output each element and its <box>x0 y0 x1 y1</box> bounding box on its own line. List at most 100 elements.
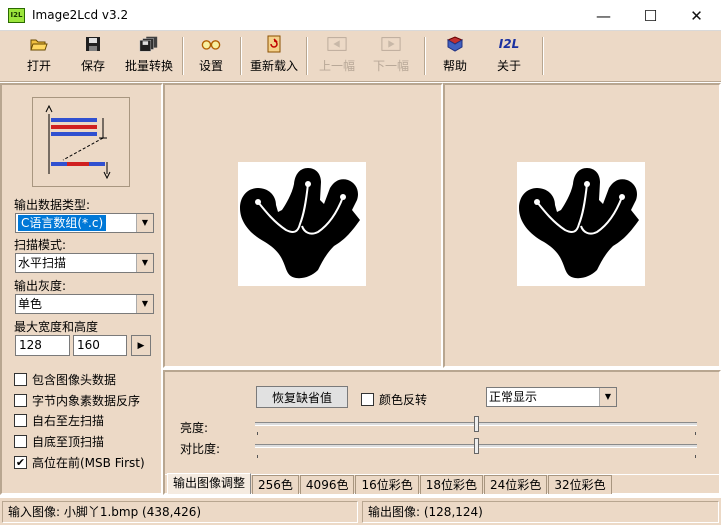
help-button[interactable]: 帮助 <box>438 35 472 77</box>
contrast-slider-thumb[interactable] <box>473 438 479 454</box>
contrast-label: 对比度: <box>180 442 221 456</box>
maximize-button[interactable]: ☐ <box>628 0 673 31</box>
restore-defaults-button[interactable]: 恢复缺省值 <box>256 386 348 408</box>
dropdown-arrow-icon[interactable]: ▼ <box>599 388 616 406</box>
output-image <box>517 162 645 286</box>
checkbox-label: 字节内象素数据反序 <box>32 394 141 408</box>
open-folder-icon <box>29 35 49 53</box>
slider-tick <box>695 432 696 435</box>
tab-output-adjust[interactable]: 输出图像调整 <box>167 473 252 494</box>
grayscale-value: 单色 <box>18 297 43 311</box>
dropdown-arrow-icon[interactable]: ▼ <box>136 214 153 232</box>
next-image-button[interactable]: 下一幅 <box>372 35 410 77</box>
about-button[interactable]: I2L 关于 <box>492 35 526 77</box>
check-mark-icon: ✔ <box>15 456 26 469</box>
reload-button[interactable]: 重新载入 <box>248 35 300 77</box>
play-arrow-icon: ▶ <box>137 340 145 351</box>
reload-label: 重新载入 <box>249 59 298 73</box>
bottom-to-top-checkbox[interactable]: 自底至顶扫描 <box>14 433 104 450</box>
output-image-pane <box>443 83 721 368</box>
toolbar-separator <box>240 37 242 75</box>
reverse-pixel-order-checkbox[interactable]: 字节内象素数据反序 <box>14 392 140 409</box>
checkbox-box[interactable] <box>361 393 374 406</box>
open-button[interactable]: 打开 <box>22 35 56 77</box>
display-mode-value: 正常显示 <box>489 390 538 404</box>
msb-first-checkbox[interactable]: ✔ 高位在前(MSB First) <box>14 454 145 471</box>
checkbox-box[interactable] <box>14 414 27 427</box>
previous-image-label: 上一幅 <box>318 59 355 73</box>
tab-18bit-color[interactable]: 18位彩色 <box>419 475 484 494</box>
status-bar: 输入图像: 小脚丫1.bmp (438,426) 输出图像: (128,124) <box>0 497 721 525</box>
window-title: Image2Lcd v3.2 <box>32 8 129 22</box>
toolbar-separator <box>424 37 426 75</box>
floppy-disk-icon <box>83 35 103 53</box>
dropdown-arrow-icon[interactable]: ▼ <box>136 254 153 272</box>
include-header-checkbox[interactable]: 包含图像头数据 <box>14 371 116 388</box>
title-bar: I2L Image2Lcd v3.2 — ☐ ✕ <box>0 0 721 31</box>
glasses-icon <box>201 35 221 53</box>
save-button[interactable]: 保存 <box>76 35 110 77</box>
tab-32bit-color[interactable]: 32位彩色 <box>548 475 612 494</box>
scan-mode-label: 扫描模式: <box>14 238 67 252</box>
toolbar: 打开 保存 批量转换 设置 重新载入 上一幅 下一幅 帮助 I2L 关于 <box>0 31 721 82</box>
checkbox-label: 自底至顶扫描 <box>32 435 105 449</box>
checkbox-label: 包含图像头数据 <box>32 373 117 387</box>
checkbox-label: 颜色反转 <box>379 393 428 407</box>
app-icon: I2L <box>8 8 25 23</box>
batch-convert-button[interactable]: 批量转换 <box>123 35 175 77</box>
open-label: 打开 <box>26 59 51 73</box>
adjustment-content: 恢复缺省值 颜色反转 正常显示 ▼ 亮度: 对比度: <box>165 372 719 475</box>
help-book-icon <box>445 35 465 53</box>
grayscale-select[interactable]: 单色 ▼ <box>15 294 154 314</box>
input-image-pane <box>163 83 443 368</box>
toolbar-separator <box>306 37 308 75</box>
batch-convert-label: 批量转换 <box>124 59 173 73</box>
about-label: 关于 <box>496 59 521 73</box>
slider-tick <box>695 455 696 458</box>
checkbox-box[interactable] <box>14 435 27 448</box>
tab-24bit-color[interactable]: 24位彩色 <box>484 475 548 494</box>
color-tabs: 输出图像调整 256色 4096色 16位彩色 18位彩色 24位彩色 32位彩… <box>167 473 613 495</box>
minimize-button[interactable]: — <box>581 0 626 31</box>
scan-direction-icon <box>32 97 130 187</box>
max-height-input[interactable]: 160 <box>73 335 127 356</box>
next-image-label: 下一幅 <box>372 59 409 73</box>
save-label: 保存 <box>80 59 105 73</box>
checkbox-box[interactable]: ✔ <box>14 456 27 469</box>
tab-4096-color[interactable]: 4096色 <box>299 475 355 494</box>
brightness-slider-thumb[interactable] <box>473 416 479 432</box>
invert-color-checkbox[interactable]: 颜色反转 <box>361 391 427 408</box>
checkbox-box[interactable] <box>14 373 27 386</box>
tab-256-color[interactable]: 256色 <box>252 475 299 494</box>
about-logo-icon: I2L <box>498 37 520 51</box>
previous-image-button[interactable]: 上一幅 <box>318 35 356 77</box>
toolbar-separator <box>182 37 184 75</box>
scan-mode-select[interactable]: 水平扫描 ▼ <box>15 253 154 273</box>
toolbar-separator <box>542 37 544 75</box>
slider-tick <box>257 455 258 458</box>
close-button[interactable]: ✕ <box>674 0 719 31</box>
arrow-left-icon <box>327 35 347 53</box>
output-type-label: 输出数据类型: <box>14 198 91 212</box>
settings-label: 设置 <box>198 59 223 73</box>
right-to-left-checkbox[interactable]: 自右至左扫描 <box>14 412 104 429</box>
checkbox-label: 高位在前(MSB First) <box>32 456 145 470</box>
settings-panel: 输出数据类型: C语言数组(*.c) ▼ 扫描模式: 水平扫描 ▼ 输出灰度: … <box>0 83 163 495</box>
slider-tick <box>257 432 258 435</box>
settings-button[interactable]: 设置 <box>194 35 228 77</box>
display-mode-select[interactable]: 正常显示 ▼ <box>486 387 617 407</box>
apply-size-button[interactable]: ▶ <box>131 335 151 356</box>
grayscale-label: 输出灰度: <box>14 279 67 293</box>
dropdown-arrow-icon[interactable]: ▼ <box>136 295 153 313</box>
checkbox-box[interactable] <box>14 394 27 407</box>
input-image-status: 输入图像: 小脚丫1.bmp (438,426) <box>2 501 358 523</box>
tab-16bit-color[interactable]: 16位彩色 <box>355 475 419 494</box>
reload-icon <box>264 35 284 53</box>
output-type-select[interactable]: C语言数组(*.c) ▼ <box>15 213 154 233</box>
output-image-status: 输出图像: (128,124) <box>362 501 719 523</box>
checkbox-label: 自右至左扫描 <box>32 414 105 428</box>
brightness-label: 亮度: <box>180 421 209 435</box>
max-width-input[interactable]: 128 <box>15 335 70 356</box>
output-type-value: C语言数组(*.c) <box>18 215 107 231</box>
max-size-label: 最大宽度和高度 <box>14 320 99 334</box>
